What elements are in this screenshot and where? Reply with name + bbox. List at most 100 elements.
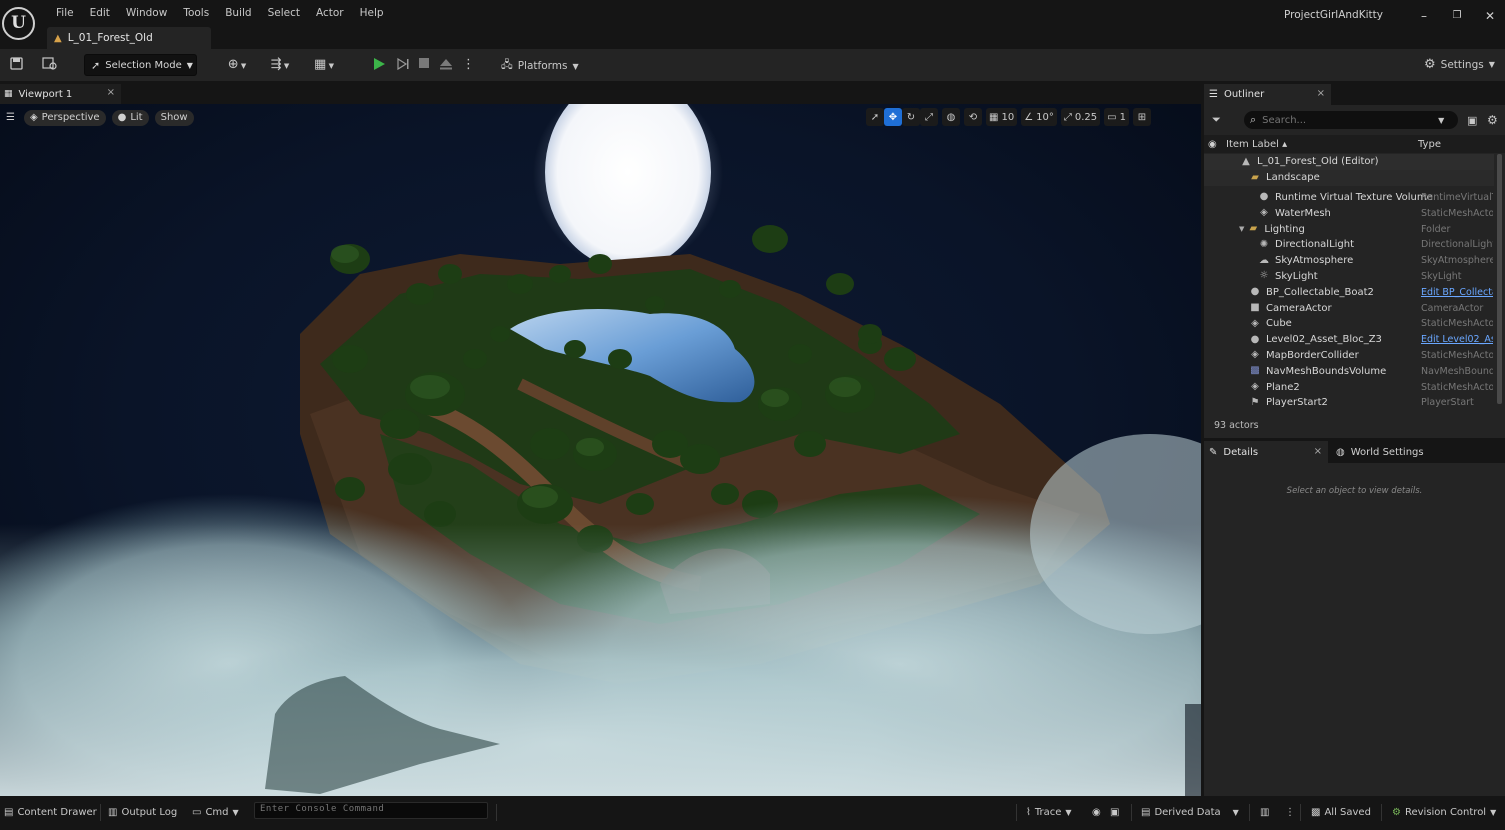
menu-actor[interactable]: Actor <box>308 6 352 20</box>
divider <box>1381 804 1382 821</box>
tree-row[interactable]: ☼ SkyLight SkyLight <box>1204 269 1494 285</box>
save-icon[interactable] <box>8 57 24 73</box>
tree-row[interactable]: ◈ Cube StaticMeshActor <box>1204 316 1494 332</box>
scale-snap-button[interactable]: ⤢ 0.25 <box>1060 108 1101 126</box>
platforms-icon: 🖧 <box>501 59 513 71</box>
viewport-menu-icon[interactable]: ☰ <box>3 110 18 126</box>
tree-row[interactable]: ▩ NavMeshBoundsVolume NavMeshBoundsVolum… <box>1204 363 1494 379</box>
tree-row-type: RuntimeVirtualT <box>1421 191 1493 203</box>
type-column[interactable]: Type <box>1418 139 1441 150</box>
cinematics-icon[interactable]: ▦ ▼ <box>309 57 339 73</box>
tree-row[interactable]: ◈ Plane2 StaticMeshActor <box>1204 379 1494 395</box>
tree-row[interactable]: ▼ ▰ Lighting Folder <box>1204 221 1494 237</box>
viewport-layout-icon[interactable]: ⊞ <box>1132 108 1151 126</box>
tree-row[interactable]: ● Level02_Asset_Bloc_Z3 Edit Level02_Ass… <box>1204 332 1494 348</box>
edit-blueprint-link[interactable]: Edit BP_Collectable <box>1421 287 1493 298</box>
menu-file[interactable]: File <box>48 6 82 20</box>
main-toolbar: ➚ Selection Mode ▼ ⊕ ▼ ⇶ ▼ ▦ ▼ ⋮ 🖧 Platf… <box>0 49 1505 81</box>
grid-snap-button[interactable]: ▦ 10 <box>986 108 1018 126</box>
tree-row[interactable]: ◈ WaterMesh StaticMeshActor <box>1204 205 1494 221</box>
add-folder-icon[interactable]: ▣ <box>1467 114 1477 127</box>
more-options-icon[interactable]: ⋮ <box>1285 805 1295 819</box>
lit-label: Lit <box>130 112 143 123</box>
selection-mode-dropdown[interactable]: ➚ Selection Mode ▼ <box>84 54 197 76</box>
close-tab-icon[interactable]: × <box>107 87 115 98</box>
cmd-dropdown[interactable]: ▭ Cmd ▼ <box>192 805 239 819</box>
details-tab[interactable]: ✎ Details × <box>1204 441 1328 463</box>
level-document-tab[interactable]: ▲ L_01_Forest_Old <box>47 27 211 49</box>
skip-icon[interactable] <box>395 57 411 73</box>
settings-dropdown[interactable]: ⚙ Settings ▼ <box>1424 57 1495 72</box>
world-space-icon[interactable]: ◍ <box>942 108 960 126</box>
screenshot-icon[interactable]: ▣ <box>1110 805 1119 819</box>
eject-icon[interactable] <box>438 57 454 73</box>
menu-window[interactable]: Window <box>118 6 175 20</box>
tree-row[interactable]: ▰ Landscape <box>1204 169 1494 186</box>
close-window-icon[interactable]: ✕ <box>1480 8 1500 24</box>
tree-row[interactable]: ☁ SkyAtmosphere SkyAtmosphere <box>1204 253 1494 269</box>
tree-row[interactable]: ■ CameraActor CameraActor <box>1204 300 1494 316</box>
content-drawer-button[interactable]: ▤ Content Drawer <box>4 805 97 819</box>
tree-row-type: PlayerStart <box>1421 397 1474 409</box>
menu-build[interactable]: Build <box>217 6 259 20</box>
tree-row[interactable]: ✺ DirectionalLight DirectionalLight <box>1204 237 1494 253</box>
console-command-input[interactable] <box>255 804 483 814</box>
level-viewport[interactable] <box>0 104 1201 796</box>
mesh-icon: ◈ <box>1260 207 1268 219</box>
expand-arrow-icon[interactable]: ▼ <box>1239 225 1244 233</box>
play-icon[interactable] <box>371 57 387 73</box>
rotate-icon[interactable]: ↻ <box>902 108 920 126</box>
console-command-field[interactable] <box>254 802 488 819</box>
select-cursor-icon[interactable]: ➚ <box>866 108 884 126</box>
record-icon[interactable]: ◉ <box>1092 805 1101 819</box>
tree-row-type: CameraActor <box>1421 302 1484 314</box>
scale-icon[interactable]: ⤢ <box>920 108 938 126</box>
more-options-icon[interactable]: ⋮ <box>462 57 475 73</box>
stop-icon[interactable] <box>417 57 431 73</box>
filter-icon[interactable]: ⏷ <box>1212 113 1221 127</box>
rotation-snap-button[interactable]: ∠ 10° <box>1021 108 1057 126</box>
outliner-tab[interactable]: ☰ Outliner × <box>1204 84 1331 105</box>
lit-button[interactable]: ● Lit <box>111 109 149 126</box>
outliner-search[interactable]: ⌕ ▼ <box>1244 111 1458 129</box>
derived-data-button[interactable]: ▤ Derived Data ▼ <box>1141 805 1239 819</box>
add-actor-icon[interactable]: ⊕ ▼ <box>222 57 252 73</box>
visibility-eye-icon[interactable]: ◉ <box>1208 139 1217 150</box>
outliner-search-input[interactable] <box>1262 114 1433 126</box>
performance-icon[interactable]: ▥ <box>1260 805 1269 819</box>
menu-help[interactable]: Help <box>352 6 392 20</box>
chevron-down-icon: ▼ <box>232 807 239 817</box>
unreal-logo-icon[interactable]: U <box>2 7 35 40</box>
trace-dropdown[interactable]: ⌇ Trace ▼ <box>1026 805 1072 819</box>
menu-tools[interactable]: Tools <box>175 6 217 20</box>
minimize-icon[interactable]: – <box>1414 8 1434 24</box>
translate-icon[interactable]: ✥ <box>884 108 902 126</box>
browse-icon[interactable] <box>41 57 59 73</box>
viewport-tab[interactable]: ▦ Viewport 1 × <box>0 84 121 104</box>
close-tab-icon[interactable]: × <box>1317 88 1325 99</box>
camera-speed-button[interactable]: ▭ 1 <box>1104 108 1129 126</box>
menu-edit[interactable]: Edit <box>82 6 118 20</box>
show-button[interactable]: Show <box>154 109 194 126</box>
world-settings-tab[interactable]: ◍ World Settings <box>1332 441 1424 463</box>
tree-row[interactable]: ● Runtime Virtual Texture Volume Runtime… <box>1204 190 1494 206</box>
tree-row[interactable]: ● BP_Collectable_Boat2 Edit BP_Collectab… <box>1204 284 1494 300</box>
menu-select[interactable]: Select <box>260 6 308 20</box>
outliner-scrollbar[interactable] <box>1497 154 1502 404</box>
edit-blueprint-link[interactable]: Edit Level02_Asset <box>1421 334 1493 345</box>
perspective-button[interactable]: ◈ Perspective <box>23 109 106 126</box>
maximize-icon[interactable]: ❐ <box>1447 8 1467 24</box>
item-label-column[interactable]: Item Label ▴ <box>1226 139 1287 150</box>
tree-row[interactable]: ▲ L_01_Forest_Old (Editor) <box>1204 154 1494 170</box>
output-log-button[interactable]: ▥ Output Log <box>108 805 177 819</box>
all-saved-button[interactable]: ▩ All Saved <box>1311 805 1371 819</box>
tree-row[interactable]: ⚑ PlayerStart2 PlayerStart <box>1204 395 1494 411</box>
gear-icon[interactable]: ⚙ <box>1487 113 1498 127</box>
settings-label: Settings <box>1440 58 1484 71</box>
platforms-dropdown[interactable]: 🖧 Platforms ▼ <box>501 57 579 75</box>
blueprint-icon[interactable]: ⇶ ▼ <box>265 57 295 73</box>
surface-snap-icon[interactable]: ⟲ <box>964 108 982 126</box>
tree-row[interactable]: ◈ MapBorderCollider StaticMeshActor <box>1204 348 1494 364</box>
close-tab-icon[interactable]: × <box>1314 446 1322 457</box>
revision-control-dropdown[interactable]: ⚙ Revision Control ▼ <box>1392 805 1496 819</box>
